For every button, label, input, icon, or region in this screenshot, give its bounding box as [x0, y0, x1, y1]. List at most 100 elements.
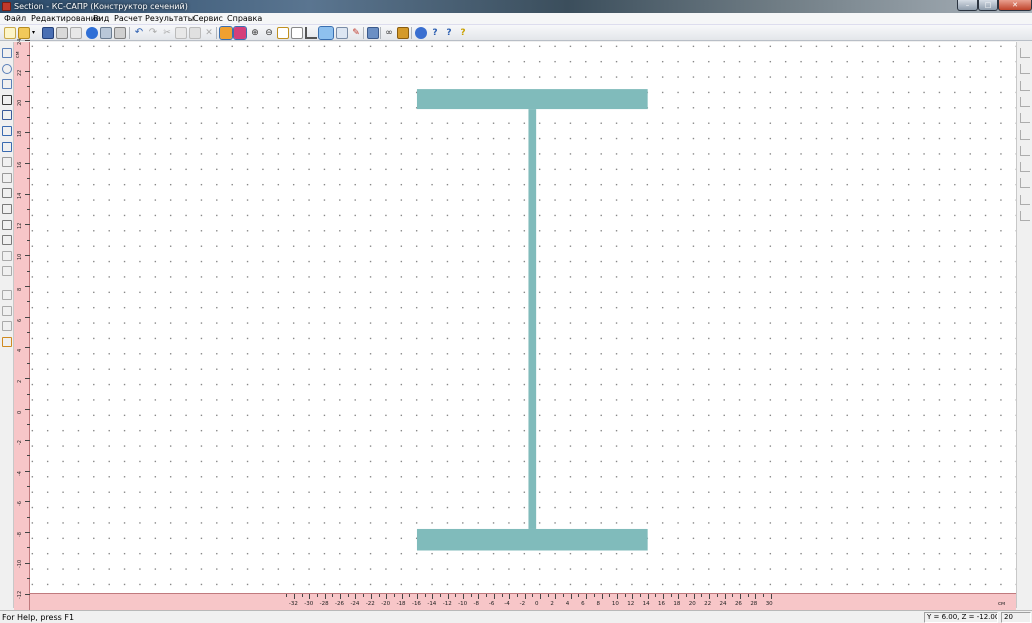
menu-calculation[interactable]: Расчет [114, 14, 142, 24]
select-mode-icon[interactable] [219, 26, 233, 40]
whats-this-icon[interactable]: ? [443, 27, 455, 39]
page-icon[interactable] [291, 27, 303, 39]
sigma-icon-2[interactable] [1020, 145, 1030, 156]
result-icon-1[interactable] [1020, 48, 1030, 58]
merge-tool-icon[interactable] [2, 305, 12, 316]
nodes-tool-icon[interactable] [2, 188, 12, 199]
new-icon[interactable] [4, 27, 16, 39]
ruler-tick [424, 594, 426, 597]
dimension-tool-icon[interactable] [2, 235, 12, 246]
line-tool-icon[interactable] [2, 219, 12, 230]
angle-tool-icon[interactable] [2, 126, 12, 136]
menu-file[interactable]: Файл [4, 14, 26, 24]
grid-icon[interactable] [318, 26, 334, 40]
info-icon[interactable] [86, 27, 98, 39]
minimize-button[interactable]: – [957, 0, 978, 11]
array-tool-icon[interactable] [2, 204, 12, 214]
ruler-x-label: 0 [535, 601, 539, 607]
ruler-y-label: -6 [17, 501, 23, 507]
ruler-tick [378, 594, 380, 597]
copy-icon[interactable] [100, 27, 112, 39]
pipe-tool-icon[interactable] [2, 94, 12, 105]
rectangle-tool-icon[interactable] [2, 48, 12, 58]
result-icon-3[interactable] [1020, 80, 1030, 91]
save-icon[interactable] [42, 27, 54, 39]
tip-icon[interactable]: ? [457, 27, 469, 39]
undo-icon[interactable]: ↶ [133, 27, 145, 39]
group-tool-icon[interactable] [2, 266, 12, 277]
menu-help[interactable]: Справка [227, 14, 262, 24]
top-flange[interactable] [416, 89, 648, 110]
ruler-tick [686, 594, 688, 597]
sigma-icon-1[interactable] [1020, 96, 1030, 107]
ruler-tick [332, 594, 334, 597]
print-icon[interactable] [114, 27, 126, 39]
app-icon[interactable] [2, 2, 11, 11]
layer-tool-icon[interactable] [2, 290, 12, 300]
print-preview-icon[interactable] [56, 27, 68, 39]
snap-icon[interactable] [336, 27, 348, 39]
ruler-x-label: -2 [519, 601, 526, 607]
ruler-tick [678, 594, 680, 599]
maximize-button[interactable]: □ [978, 0, 998, 11]
move-tool-icon[interactable] [2, 157, 12, 168]
color-section-icon[interactable] [233, 26, 247, 40]
ruler-y-label: 14 [17, 192, 23, 199]
ruler-y-label: 4 [17, 349, 23, 353]
ruler-tick [570, 594, 572, 599]
toolbar-separator [216, 27, 217, 39]
zoom-out-icon[interactable]: ⊖ [263, 27, 275, 39]
close-button[interactable]: ✕ [998, 0, 1032, 11]
ruler-tick [578, 594, 580, 597]
drawing-canvas[interactable] [30, 42, 1016, 593]
tau-icon-1[interactable] [1020, 113, 1030, 124]
sigma-icon-4[interactable] [1020, 178, 1030, 189]
axes-icon[interactable] [305, 27, 317, 39]
sigma-icon-5[interactable] [1020, 194, 1030, 205]
copy-disabled-icon[interactable] [175, 27, 187, 39]
table-icon[interactable] [1020, 211, 1030, 221]
ruler-tick [770, 594, 772, 599]
polygon-tool-icon[interactable] [2, 79, 12, 90]
ruler-x-label: 2 [550, 601, 554, 607]
bottom-flange[interactable] [416, 528, 648, 551]
binoculars-icon[interactable]: ∞ [383, 27, 395, 39]
menu-view[interactable]: Вид [93, 14, 109, 24]
export-icon[interactable] [70, 27, 82, 39]
library-icon[interactable] [367, 27, 379, 39]
fit-icon[interactable] [277, 27, 289, 39]
menu-service[interactable]: Сервис [193, 14, 223, 24]
ruler-tick [616, 594, 618, 599]
ruler-x-label: -28 [319, 601, 329, 607]
title-bar: Section - КС-САПР (Конструктор сечений) … [0, 0, 1032, 13]
sigma-icon-3[interactable] [1020, 162, 1030, 173]
hatch-tool-icon[interactable] [2, 250, 12, 261]
context-help-icon[interactable]: ? [429, 27, 441, 39]
web[interactable] [528, 109, 537, 529]
result-icon-2[interactable] [1020, 64, 1030, 75]
toolbar-separator [129, 27, 130, 39]
ruler-tick [409, 594, 411, 597]
i-beam-tool-icon[interactable] [2, 110, 12, 121]
dropdown-arrow-icon[interactable]: ▾ [32, 27, 38, 39]
edit-icon[interactable]: ✎ [350, 27, 362, 39]
menu-results[interactable]: Результаты [145, 14, 194, 24]
redo-icon[interactable]: ↷ [147, 27, 159, 39]
paint-tool-icon[interactable] [2, 336, 12, 347]
rotate-tool-icon[interactable] [2, 172, 12, 183]
delete-icon[interactable]: ✕ [203, 27, 215, 39]
ruler-tick [478, 594, 480, 599]
about-icon[interactable] [415, 27, 427, 39]
channel-tool-icon[interactable] [2, 141, 12, 152]
zoom-in-icon[interactable]: ⊕ [249, 27, 261, 39]
tau-icon-2[interactable] [1020, 129, 1030, 140]
calc-icon[interactable] [397, 27, 409, 39]
ruler-y-label: 8 [17, 287, 23, 291]
paste-icon[interactable] [189, 27, 201, 39]
ellipse-tool-icon[interactable] [2, 63, 12, 74]
cut-icon[interactable]: ✂ [161, 27, 173, 39]
ruler-y-label: -12 [17, 590, 23, 599]
open-icon[interactable] [18, 27, 30, 39]
subtract-tool-icon[interactable] [2, 321, 12, 332]
menu-edit[interactable]: Редактирование [31, 14, 101, 24]
